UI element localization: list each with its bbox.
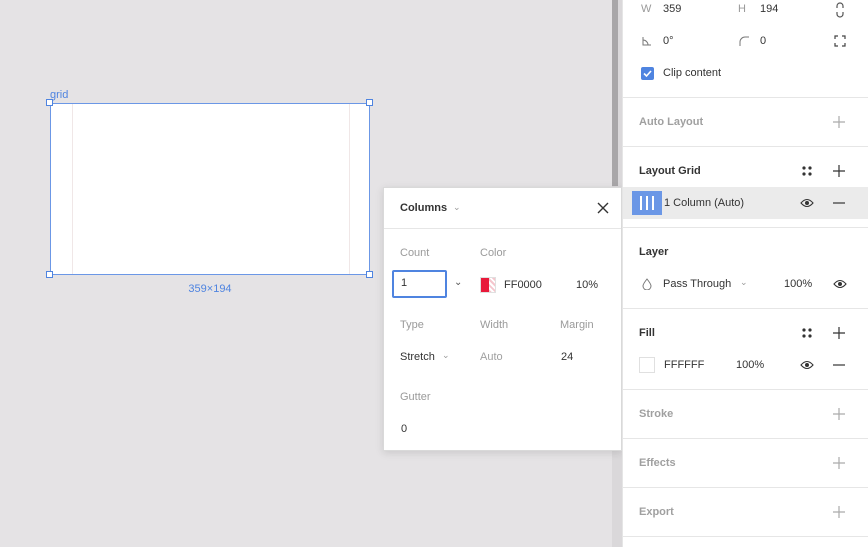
count-input[interactable]: 1: [392, 270, 447, 298]
layout-grid-item-row[interactable]: 1 Column (Auto): [623, 187, 868, 219]
grid-color-swatch[interactable]: [480, 277, 496, 293]
fill-title: Fill: [639, 327, 655, 339]
stroke-title: Stroke: [639, 408, 674, 420]
grid-margin-line-left: [72, 104, 73, 274]
fill-opacity-input[interactable]: 100%: [736, 359, 764, 371]
margin-input[interactable]: 24: [561, 351, 573, 363]
layer-opacity-input[interactable]: 100%: [784, 278, 812, 290]
color-solid-half: [481, 278, 489, 292]
type-dropdown[interactable]: Stretch: [400, 351, 435, 363]
layer-title: Layer: [639, 246, 669, 258]
eye-icon[interactable]: [800, 197, 814, 209]
clip-content-checkbox[interactable]: [641, 67, 654, 80]
rotation-icon: [642, 37, 651, 46]
layout-grid-item-label[interactable]: 1 Column (Auto): [664, 197, 744, 209]
type-label: Type: [400, 319, 424, 331]
frame-size-label: 359×194: [188, 283, 232, 295]
grid-color-opacity[interactable]: 10%: [576, 279, 598, 291]
grid-styles-icon[interactable]: [801, 165, 813, 177]
export-title: Export: [639, 506, 674, 518]
constrain-proportions-icon[interactable]: [834, 2, 846, 18]
fill-color-swatch[interactable]: [639, 357, 655, 373]
corner-radius-input[interactable]: 0: [760, 35, 766, 47]
properties-panel: W 359 H 194 0° 0 Clip content Auto Layou…: [622, 0, 868, 547]
height-label: H: [738, 3, 746, 15]
section-divider: [623, 389, 868, 390]
section-divider: [623, 487, 868, 488]
resize-handle-top-left[interactable]: [46, 99, 53, 106]
eye-icon[interactable]: [800, 359, 814, 371]
resize-handle-top-right[interactable]: [366, 99, 373, 106]
section-divider: [623, 438, 868, 439]
add-auto-layout-plus-icon[interactable]: [833, 116, 845, 128]
resize-handle-bottom-left[interactable]: [46, 271, 53, 278]
chevron-down-icon[interactable]: ⌄: [454, 277, 462, 288]
add-export-plus-icon[interactable]: [833, 506, 845, 518]
eye-icon[interactable]: [833, 278, 847, 290]
remove-grid-minus-icon[interactable]: [833, 197, 845, 209]
width-label: W: [641, 3, 652, 15]
columns-grid-icon[interactable]: [632, 191, 662, 215]
effects-title: Effects: [639, 457, 676, 469]
resize-handle-bottom-right[interactable]: [366, 271, 373, 278]
fill-styles-icon[interactable]: [801, 327, 813, 339]
section-divider: [623, 97, 868, 98]
corner-radius-icon: [739, 36, 749, 46]
section-divider: [623, 308, 868, 309]
clip-content-label[interactable]: Clip content: [663, 67, 721, 79]
chevron-down-icon[interactable]: ⌄: [442, 350, 450, 361]
blend-mode-dropdown[interactable]: Pass Through: [663, 278, 731, 290]
rotation-input[interactable]: 0°: [663, 35, 674, 47]
remove-fill-minus-icon[interactable]: [833, 359, 845, 371]
popover-header: Columns ⌄: [384, 188, 621, 229]
layout-grid-title: Layout Grid: [639, 165, 701, 177]
blend-mode-drop-icon: [642, 278, 652, 290]
section-divider: [623, 227, 868, 228]
section-divider: [623, 536, 868, 537]
grid-frame[interactable]: [50, 103, 370, 275]
add-fill-plus-icon[interactable]: [833, 327, 845, 339]
close-icon[interactable]: [595, 200, 611, 216]
gutter-input[interactable]: 0: [401, 423, 407, 435]
layout-grid-popover: Columns ⌄ Count Color 1 ⌄ FF0000 10% Typ…: [383, 187, 622, 451]
add-stroke-plus-icon[interactable]: [833, 408, 845, 420]
auto-layout-title: Auto Layout: [639, 116, 704, 128]
check-icon: [643, 70, 652, 78]
grid-type-dropdown[interactable]: Columns: [400, 202, 447, 214]
add-effect-plus-icon[interactable]: [833, 457, 845, 469]
grid-color-hex[interactable]: FF0000: [504, 279, 542, 291]
chevron-down-icon[interactable]: ⌄: [740, 277, 748, 288]
canvas-scrollbar-thumb[interactable]: [612, 0, 618, 186]
grid-margin-line-right: [349, 104, 350, 274]
color-alpha-half: [489, 278, 495, 292]
add-layout-grid-plus-icon[interactable]: [833, 165, 845, 177]
width-input[interactable]: Auto: [480, 351, 503, 363]
chevron-down-icon[interactable]: ⌄: [453, 202, 461, 213]
count-label: Count: [400, 247, 430, 259]
width-input[interactable]: 359: [663, 3, 681, 15]
width-label: Width: [480, 319, 509, 331]
section-divider: [623, 146, 868, 147]
height-input[interactable]: 194: [760, 3, 778, 15]
margin-label: Margin: [560, 319, 594, 331]
fill-hex-input[interactable]: FFFFFF: [664, 359, 704, 371]
independent-corners-icon[interactable]: [834, 35, 846, 47]
color-label: Color: [480, 247, 507, 259]
count-value[interactable]: 1: [401, 277, 407, 289]
gutter-label: Gutter: [400, 391, 431, 403]
